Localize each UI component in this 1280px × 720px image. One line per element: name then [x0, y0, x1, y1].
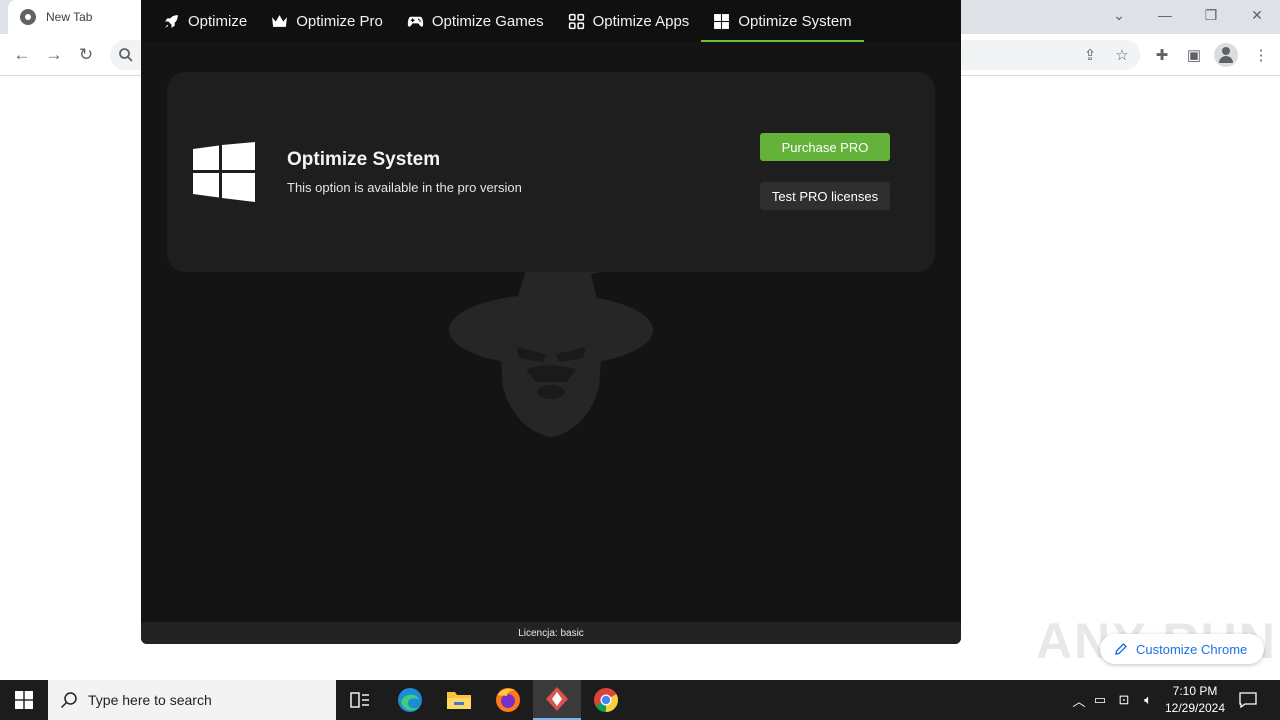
- taskbar-file-explorer[interactable]: [435, 680, 483, 720]
- crown-icon: [272, 14, 288, 27]
- windows-logo-icon: [193, 142, 255, 202]
- test-pro-licenses-button[interactable]: Test PRO licenses: [760, 182, 890, 210]
- card-subtitle: This option is available in the pro vers…: [287, 180, 522, 195]
- task-view-button[interactable]: [336, 680, 384, 720]
- windows-taskbar: Type here to search ︿ ▭ ⊡ 🔈︎ 7:10 PM 12/…: [0, 680, 1280, 720]
- volume-icon[interactable]: 🔈︎: [1136, 692, 1160, 708]
- gamepad-icon: [407, 16, 424, 27]
- taskbar-firefox[interactable]: [484, 680, 532, 720]
- windows-start-icon: [15, 691, 33, 709]
- profile-avatar-icon[interactable]: [1214, 43, 1238, 67]
- show-hidden-icons-icon[interactable]: ︿: [1070, 691, 1088, 710]
- taskbar-search-placeholder: Type here to search: [88, 692, 212, 708]
- notification-icon[interactable]: [1236, 680, 1260, 720]
- close-icon[interactable]: ✕: [1234, 0, 1280, 30]
- extensions-icon[interactable]: ✚: [1151, 44, 1173, 66]
- folder-icon: [447, 692, 471, 709]
- license-status-text: Licencja: basic: [518, 627, 584, 639]
- edge-icon: [398, 688, 422, 712]
- clock-date: 12/29/2024: [1164, 701, 1226, 715]
- back-icon[interactable]: ←: [10, 43, 34, 67]
- meet-now-icon[interactable]: ▭: [1088, 692, 1112, 708]
- optimizer-app-icon: [546, 687, 568, 711]
- customize-chrome-button[interactable]: Customize Chrome: [1100, 634, 1264, 664]
- rocket-icon: [165, 14, 178, 28]
- reload-icon[interactable]: ↻: [74, 43, 98, 67]
- share-icon[interactable]: ⇪: [1079, 44, 1101, 66]
- tab-optimize-apps[interactable]: Optimize Apps: [556, 0, 702, 42]
- purchase-pro-button[interactable]: Purchase PRO: [760, 133, 890, 161]
- search-icon: [60, 692, 77, 709]
- tab-optimize-games[interactable]: Optimize Games: [395, 0, 556, 42]
- tab-optimize-system-label: Optimize System: [738, 12, 852, 30]
- optimizer-app-window: Optimize Optimize Pro Optimize Games Opt…: [141, 0, 961, 644]
- minimize-icon[interactable]: —: [1142, 0, 1188, 30]
- clock-time: 7:10 PM: [1172, 684, 1218, 698]
- windows-icon: [714, 13, 730, 29]
- window-controls: ⌄ — ❐ ✕: [1096, 0, 1280, 30]
- tab-optimize-pro[interactable]: Optimize Pro: [259, 0, 395, 42]
- system-tray: ︿ ▭ ⊡ 🔈︎: [1070, 680, 1160, 720]
- tab-optimize[interactable]: Optimize: [151, 0, 259, 42]
- tab-optimize-games-label: Optimize Games: [431, 12, 544, 30]
- optimize-system-card: Optimize System This option is available…: [167, 72, 935, 272]
- tab-optimize-pro-label: Optimize Pro: [296, 12, 383, 30]
- action-center-icon: [1239, 692, 1257, 708]
- apps-grid-icon: [568, 13, 584, 29]
- pencil-icon: [1115, 643, 1127, 655]
- card-title: Optimize System: [287, 149, 441, 170]
- taskbar-clock[interactable]: 7:10 PM 12/29/2024: [1160, 683, 1230, 717]
- chrome-icon: [20, 9, 36, 25]
- browser-tab-title: New Tab: [46, 10, 93, 24]
- search-icon: [119, 48, 133, 62]
- chevron-down-icon[interactable]: ⌄: [1096, 0, 1142, 30]
- tab-optimize-apps-label: Optimize Apps: [592, 12, 690, 30]
- taskbar-optimizer[interactable]: [533, 680, 581, 720]
- tab-optimize-system[interactable]: Optimize System: [701, 0, 865, 42]
- side-panel-icon[interactable]: ▣: [1183, 44, 1205, 66]
- tab-optimize-label: Optimize: [188, 12, 248, 30]
- customize-chrome-label: Customize Chrome: [1136, 641, 1248, 657]
- start-button[interactable]: [0, 680, 48, 720]
- firefox-icon: [496, 688, 520, 712]
- chrome-icon: [594, 688, 618, 713]
- forward-icon[interactable]: →: [42, 43, 66, 67]
- network-icon[interactable]: ⊡: [1112, 692, 1136, 708]
- menu-kebab-icon[interactable]: ⋮: [1250, 44, 1272, 66]
- task-view-icon: [350, 692, 369, 708]
- taskbar-edge[interactable]: [386, 680, 434, 720]
- taskbar-chrome[interactable]: [582, 680, 630, 720]
- bookmark-star-icon[interactable]: ☆: [1111, 44, 1133, 66]
- app-nav-bar: Optimize Optimize Pro Optimize Games Opt…: [141, 0, 961, 42]
- license-status-bar: Licencja: basic: [141, 622, 961, 644]
- restore-icon[interactable]: ❐: [1188, 0, 1234, 30]
- taskbar-search[interactable]: Type here to search: [48, 680, 336, 720]
